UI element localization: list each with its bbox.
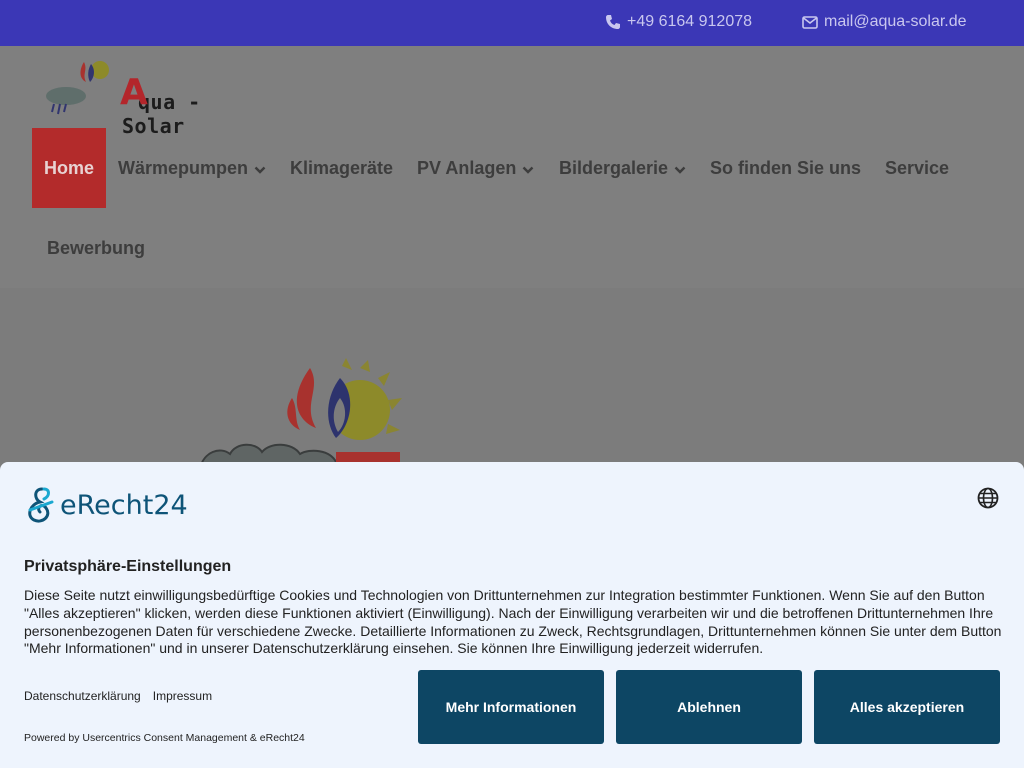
deny-button[interactable]: Ablehnen [616, 670, 802, 744]
consent-links: Datenschutzerklärung Impressum [24, 689, 212, 703]
logo-emblem-icon [46, 61, 109, 115]
chevron-down-icon [522, 158, 534, 179]
phone-number: +49 6164 912078 [627, 13, 753, 30]
nav-bewerbung[interactable]: Bewerbung [47, 208, 145, 288]
chevron-down-icon [674, 158, 686, 179]
globe-icon[interactable] [977, 487, 999, 514]
nav-so-finden-sie-uns[interactable]: So finden Sie uns [710, 128, 861, 208]
nav-pv-anlagen[interactable]: PV Anlagen [417, 128, 534, 208]
cookie-consent-banner: eRecht24 Privatsphäre-Einstellungen Dies… [0, 462, 1024, 768]
privacy-policy-link[interactable]: Datenschutzerklärung [24, 689, 141, 703]
hero-logo-icon [200, 358, 402, 468]
erecht24-symbol-icon [28, 487, 54, 523]
nav-klimageraete[interactable]: Klimageräte [290, 128, 393, 208]
consent-title: Privatsphäre-Einstellungen [24, 558, 232, 575]
envelope-icon [802, 15, 818, 29]
nav-waermepumpen[interactable]: Wärmepumpen [118, 128, 266, 208]
accept-all-button[interactable]: Alles akzeptieren [814, 670, 1000, 744]
site-header: Aqua - Solar Home Wärmepumpen Klimagerät… [0, 46, 1024, 288]
site-logo[interactable]: Aqua - Solar [44, 56, 224, 138]
top-contact-bar: +49 6164 912078 mail@aqua-solar.de [0, 0, 1024, 46]
hero-section [0, 288, 1024, 468]
consent-description: Diese Seite nutzt einwilligungsbedürftig… [24, 587, 1002, 657]
phone-icon [605, 14, 621, 30]
nav-bildergalerie[interactable]: Bildergalerie [559, 128, 686, 208]
email-contact[interactable]: mail@aqua-solar.de [802, 13, 967, 31]
nav-home[interactable]: Home [32, 128, 107, 208]
email-address: mail@aqua-solar.de [824, 13, 967, 30]
chevron-down-icon [254, 158, 266, 179]
powered-by-text: Powered by Usercentrics Consent Manageme… [24, 732, 305, 744]
erecht24-logo: eRecht24 [24, 486, 188, 524]
nav-service[interactable]: Service [885, 128, 949, 208]
phone-contact[interactable]: +49 6164 912078 [605, 13, 752, 31]
imprint-link[interactable]: Impressum [153, 689, 212, 703]
more-information-button[interactable]: Mehr Informationen [418, 670, 604, 744]
